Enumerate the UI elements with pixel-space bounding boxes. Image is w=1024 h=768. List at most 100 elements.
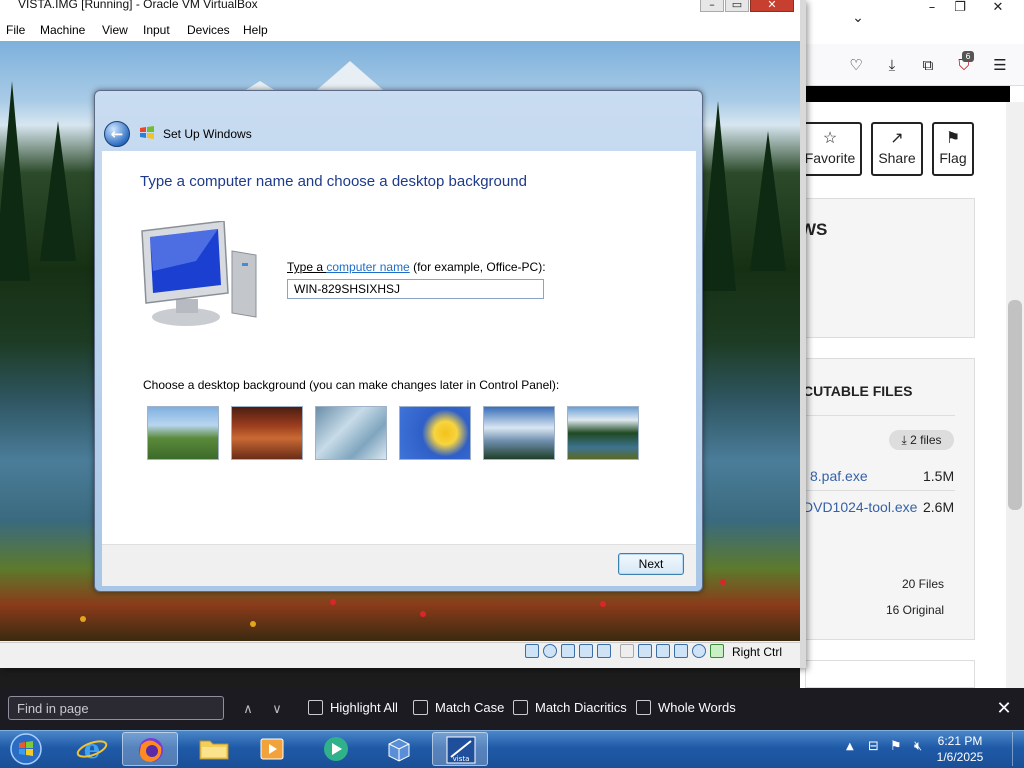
- share-button[interactable]: ↗ Share: [871, 122, 923, 176]
- favorite-label: Favorite: [804, 150, 856, 166]
- divider: [805, 415, 955, 416]
- files-section-title: CUTABLE FILES: [803, 383, 913, 399]
- media-player-icon: [260, 738, 284, 760]
- recording-icon[interactable]: [656, 644, 670, 658]
- option-label: Match Case: [435, 700, 505, 715]
- whole-words-checkbox[interactable]: Whole Words: [636, 699, 736, 719]
- internet-explorer-icon: e: [76, 735, 108, 765]
- chevron-down-icon[interactable]: ⌄: [840, 10, 876, 28]
- close-find-bar-icon[interactable]: ✕: [994, 698, 1014, 718]
- next-button[interactable]: Next: [618, 553, 684, 575]
- background-thumbnail-flower[interactable]: [399, 406, 471, 460]
- volume-muted-icon[interactable]: 🔇︎: [914, 739, 922, 754]
- find-previous-icon[interactable]: ∧: [238, 699, 258, 719]
- files-pill-label: 2 files: [910, 433, 942, 447]
- audio-icon[interactable]: [561, 644, 575, 658]
- computer-name-help-link[interactable]: computer name: [326, 260, 409, 274]
- file-count: 20 Files: [902, 577, 945, 591]
- download-icon[interactable]: ⤓: [881, 54, 903, 76]
- virtualization-icon[interactable]: [674, 644, 688, 658]
- dialog-title: Set Up Windows: [163, 127, 252, 141]
- keyboard-icon[interactable]: [710, 644, 724, 658]
- info-card: [805, 198, 975, 338]
- find-in-page-input[interactable]: [8, 696, 224, 720]
- optical-drive-icon[interactable]: [543, 644, 557, 658]
- background-thumbnail-savanna[interactable]: [147, 406, 219, 460]
- show-desktop-button[interactable]: [1012, 732, 1024, 766]
- taskbar-explorer[interactable]: [186, 732, 242, 766]
- background-label: Choose a desktop background (you can mak…: [143, 378, 560, 392]
- taskbar-media-center[interactable]: [308, 732, 364, 766]
- taskbar-vista-vm[interactable]: vista: [432, 732, 488, 766]
- computer-monitor-icon: [141, 221, 257, 326]
- background-thumbnail-snow-mountains[interactable]: [483, 406, 555, 460]
- wallpaper-flower: [250, 621, 256, 627]
- minimize-icon[interactable]: –: [700, 0, 724, 12]
- checkbox-icon: [413, 700, 428, 715]
- taskbar-virtualbox[interactable]: [371, 732, 427, 766]
- hard-disk-icon[interactable]: [525, 644, 539, 658]
- display-icon[interactable]: [638, 644, 652, 658]
- menu-file[interactable]: File: [6, 23, 25, 37]
- mouse-integration-icon[interactable]: [692, 644, 706, 658]
- close-icon[interactable]: ✕: [750, 0, 794, 12]
- vista-vm-icon: vista: [446, 736, 476, 764]
- wallpaper-flower: [420, 611, 426, 617]
- taskbar-internet-explorer[interactable]: e: [64, 732, 120, 766]
- wallpaper-tree: [40, 121, 76, 261]
- clock[interactable]: 6:21 PM 1/6/2025: [925, 733, 995, 765]
- taskbar-media-player[interactable]: [244, 732, 300, 766]
- download-files-button[interactable]: ⤓ 2 files: [889, 430, 954, 450]
- virtualbox-icon: [388, 738, 410, 762]
- flag-label: Flag: [939, 150, 967, 166]
- window-title: VISTA.IMG [Running] - Oracle VM VirtualB…: [18, 0, 258, 11]
- network-icon[interactable]: ⊟: [868, 739, 879, 754]
- option-label: Highlight All: [330, 700, 398, 715]
- share-icon: ↗: [890, 130, 904, 147]
- menu-input[interactable]: Input: [143, 23, 170, 37]
- virtualbox-titlebar: VISTA.IMG [Running] - Oracle VM VirtualB…: [0, 0, 800, 20]
- computer-name-input[interactable]: [287, 279, 544, 299]
- restore-icon[interactable]: ❐: [942, 0, 978, 18]
- option-label: Match Diacritics: [535, 700, 627, 715]
- folder-icon: [199, 740, 229, 760]
- close-icon[interactable]: ✕: [980, 0, 1016, 18]
- back-arrow-icon[interactable]: ←: [104, 121, 130, 147]
- menu-machine[interactable]: Machine: [40, 23, 85, 37]
- shared-folders-icon[interactable]: [620, 644, 634, 658]
- option-label: Whole Words: [658, 700, 736, 715]
- svg-text:vista: vista: [453, 755, 470, 763]
- usb-icon[interactable]: [597, 644, 611, 658]
- start-button-icon[interactable]: [4, 732, 48, 766]
- file-link[interactable]: DVD1024-tool.exe: [803, 499, 917, 515]
- flag-button[interactable]: ⚑ Flag: [932, 122, 974, 176]
- label-suffix: (for example, Office-PC):: [409, 260, 546, 274]
- page-scrollbar-thumb[interactable]: [1008, 300, 1022, 510]
- match-case-checkbox[interactable]: Match Case: [413, 699, 504, 719]
- maximize-icon[interactable]: ▭: [725, 0, 749, 12]
- background-thumbnail-lake[interactable]: [567, 406, 639, 460]
- file-size: 1.5M: [923, 468, 955, 484]
- taskbar-firefox[interactable]: [122, 732, 178, 766]
- wallpaper-flower: [330, 599, 336, 605]
- match-diacritics-checkbox[interactable]: Match Diacritics: [513, 699, 627, 719]
- background-thumbnail-waterfall[interactable]: [315, 406, 387, 460]
- find-next-icon[interactable]: ∨: [267, 699, 287, 719]
- action-center-flag-icon[interactable]: ⚑: [890, 739, 902, 754]
- extensions-icon[interactable]: ⧉: [917, 54, 939, 76]
- highlight-all-checkbox[interactable]: Highlight All: [308, 699, 398, 719]
- favorite-button[interactable]: ☆ Favorite: [800, 122, 862, 176]
- flag-icon: ⚑: [945, 130, 961, 147]
- show-hidden-icons-icon[interactable]: ▲: [846, 741, 854, 752]
- menu-devices[interactable]: Devices: [187, 23, 230, 37]
- next-card: [805, 660, 975, 688]
- menu-icon[interactable]: ☰: [989, 54, 1011, 76]
- background-thumbnail-canyon[interactable]: [231, 406, 303, 460]
- network-icon[interactable]: [579, 644, 593, 658]
- checkbox-icon: [308, 700, 323, 715]
- checkbox-icon: [636, 700, 651, 715]
- menu-view[interactable]: View: [102, 23, 128, 37]
- pocket-icon[interactable]: ♡: [845, 54, 867, 76]
- file-link[interactable]: 8.paf.exe: [810, 468, 868, 484]
- menu-help[interactable]: Help: [243, 23, 268, 37]
